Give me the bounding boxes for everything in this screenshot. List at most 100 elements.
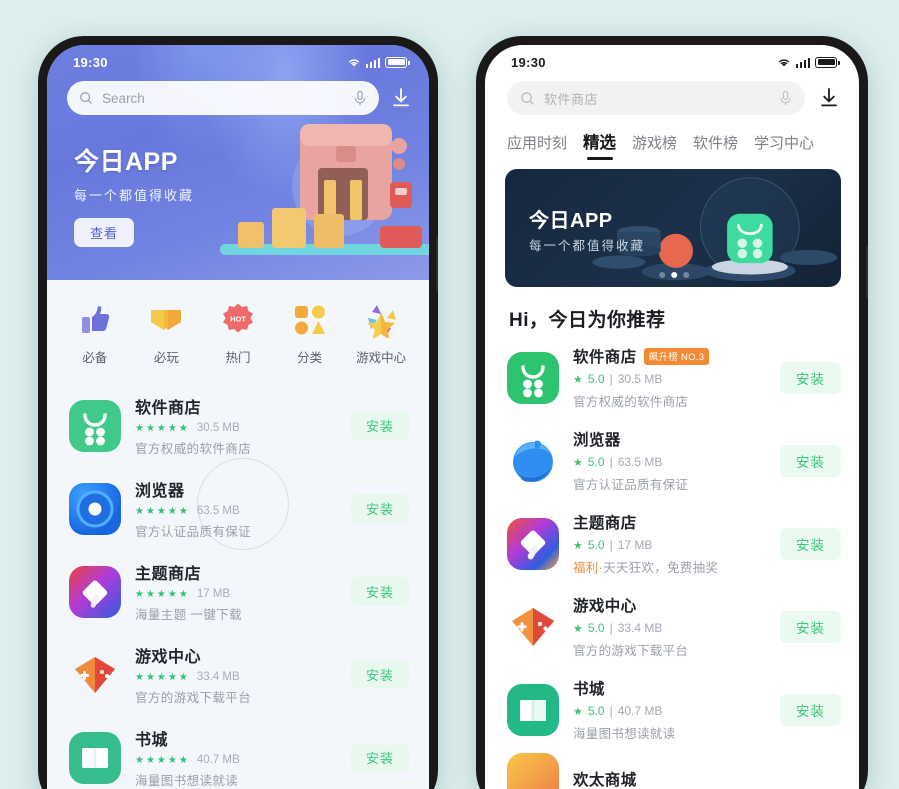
- meta-separator: |: [609, 621, 613, 635]
- meta-separator: |: [609, 538, 613, 552]
- tab-software-rank[interactable]: 软件榜: [693, 132, 738, 161]
- app-size: 33.4 MB: [196, 671, 240, 683]
- browser-icon: [69, 482, 121, 535]
- game-center-icon: [507, 601, 559, 653]
- table-row[interactable]: 软件商店 飙升榜 NO.3 ★ 5.0 | 30.5 MB 官方权威的软件商店 …: [485, 336, 859, 419]
- app-rating: 5.0: [587, 538, 605, 552]
- category-label: 必玩: [153, 351, 179, 365]
- table-row[interactable]: 书城 ★ 5.0 | 40.7 MB 海量图书想读就读 安装: [485, 668, 859, 751]
- star-icon: ★: [573, 373, 583, 386]
- category-item-4[interactable]: 游戏中心: [351, 300, 411, 366]
- app-info: 主题商店 ★★★★★ 17 MB 海量主题 一键下载: [135, 560, 337, 623]
- app-description: 官方的游戏下载平台: [573, 644, 689, 658]
- thumbs-up-icon: [65, 300, 125, 340]
- category-label: 必备: [82, 351, 108, 365]
- install-button[interactable]: 安装: [780, 610, 841, 643]
- category-item-3[interactable]: 分类: [280, 300, 340, 366]
- ribbon-icon: [136, 300, 196, 340]
- app-rating: 5.0: [587, 704, 605, 718]
- left-hero-copy: 今日APP 每一个都值得收藏 查看: [74, 148, 194, 247]
- app-info: 软件商店 飙升榜 NO.3 ★ 5.0 | 30.5 MB 官方权威的软件商店: [573, 345, 766, 410]
- search-placeholder: 软件商店: [544, 91, 599, 107]
- app-description: 官方权威的软件商店: [135, 442, 252, 456]
- left-hero-banner[interactable]: 19:30 Search 今日APP 每一个都值得收藏 查看: [47, 45, 429, 280]
- install-button[interactable]: 安装: [780, 527, 841, 560]
- app-name: 游戏中心: [573, 598, 637, 615]
- table-row[interactable]: 主题商店 ★★★★★ 17 MB 海量主题 一键下载 安装: [47, 550, 429, 633]
- app-size: 33.4 MB: [617, 621, 663, 635]
- app-name: 浏览器: [573, 432, 621, 449]
- hero-view-button[interactable]: 查看: [74, 217, 135, 247]
- install-button[interactable]: 安装: [350, 411, 409, 440]
- install-button[interactable]: 安装: [780, 444, 841, 477]
- signal-icon: [365, 57, 380, 68]
- tab-app-moments[interactable]: 应用时刻: [507, 132, 567, 161]
- install-button[interactable]: 安装: [350, 660, 409, 689]
- left-phone-power-button[interactable]: [436, 236, 438, 292]
- mall-icon: [507, 753, 559, 789]
- table-row[interactable]: 欢太商城: [485, 751, 859, 789]
- install-button[interactable]: 安装: [780, 361, 841, 394]
- app-rating: 5.0: [587, 621, 605, 635]
- install-button[interactable]: 安装: [350, 494, 409, 523]
- page-dot-0[interactable]: [659, 272, 666, 278]
- app-size: 40.7 MB: [196, 754, 240, 766]
- category-label: 游戏中心: [356, 351, 407, 365]
- app-info: 欢太商城: [573, 768, 841, 789]
- table-row[interactable]: 游戏中心 ★ 5.0 | 33.4 MB 官方的游戏下载平台 安装: [485, 585, 859, 668]
- app-name-row: 欢太商城: [573, 768, 841, 789]
- search-input[interactable]: 软件商店: [507, 81, 805, 115]
- table-row[interactable]: 主题商店 ★ 5.0 | 17 MB 福利·天天狂欢，免费抽奖 安装: [485, 502, 859, 585]
- category-label: 分类: [297, 351, 323, 365]
- right-search-row: 软件商店: [485, 75, 859, 115]
- table-row[interactable]: 浏览器 ★ 5.0 | 63.5 MB 官方认证品质有保证 安装: [485, 419, 859, 502]
- star-icon: ★: [573, 622, 583, 635]
- signal-icon: [795, 57, 810, 68]
- category-item-2[interactable]: HOT 热门: [208, 300, 268, 366]
- install-button[interactable]: 安装: [350, 577, 409, 606]
- category-item-0[interactable]: 必备: [65, 300, 125, 366]
- star-game-icon: [351, 300, 411, 340]
- left-phone-frame: 19:30 Search 今日APP 每一个都值得收藏 查看 必备 必玩 HOT…: [38, 36, 438, 789]
- tab-game-rank[interactable]: 游戏榜: [632, 132, 677, 161]
- app-description: 官方的游戏下载平台: [135, 691, 252, 705]
- install-button[interactable]: 安装: [780, 693, 841, 726]
- app-size: 30.5 MB: [617, 372, 663, 386]
- app-meta: ★ 5.0 | 30.5 MB: [573, 372, 766, 386]
- game-center-icon: [69, 649, 121, 701]
- featured-banner[interactable]: 今日APP 每一个都值得收藏: [505, 169, 841, 287]
- app-name: 软件商店: [573, 349, 637, 366]
- table-row[interactable]: 游戏中心 ★★★★★ 33.4 MB 官方的游戏下载平台 安装: [47, 633, 429, 716]
- page-dot-1[interactable]: [671, 272, 678, 278]
- rating-stars: ★★★★★: [135, 588, 190, 600]
- banner-page-dots[interactable]: [659, 272, 690, 278]
- table-row[interactable]: 书城 ★★★★★ 40.7 MB 海量图书想读就读 安装: [47, 716, 429, 789]
- app-info: 游戏中心 ★★★★★ 33.4 MB 官方的游戏下载平台: [135, 643, 337, 706]
- banner-title: 今日APP: [529, 210, 613, 232]
- app-size: 17 MB: [617, 538, 653, 552]
- app-description: 官方权威的软件商店: [573, 395, 689, 409]
- battery-icon: [385, 56, 410, 68]
- app-name-row: 软件商店 飙升榜 NO.3: [573, 345, 766, 367]
- tab-bar: 应用时刻 精选 游戏榜 软件榜 学习中心: [485, 115, 859, 161]
- tab-featured[interactable]: 精选: [583, 129, 616, 161]
- category-item-1[interactable]: 必玩: [136, 300, 196, 366]
- table-row[interactable]: 软件商店 ★★★★★ 30.5 MB 官方权威的软件商店 安装: [47, 384, 429, 467]
- meta-separator: |: [609, 704, 613, 718]
- star-icon: ★: [573, 705, 583, 718]
- app-description: 海量主题 一键下载: [135, 608, 243, 622]
- download-icon[interactable]: [817, 86, 841, 110]
- right-phone-power-button[interactable]: [866, 246, 868, 298]
- robot-illustration: [220, 124, 429, 255]
- rating-stars: ★★★★★: [135, 754, 190, 766]
- left-app-list: 软件商店 ★★★★★ 30.5 MB 官方权威的软件商店 安装 浏览器 ★★★★…: [47, 380, 429, 789]
- app-meta: ★★★★★ 33.4 MB: [135, 671, 337, 683]
- install-button[interactable]: 安装: [350, 743, 409, 772]
- right-phone-screen: 19:30 软件商店 应用时刻 精选 游戏榜 软件榜 学习中心 今日APP 每一…: [485, 45, 859, 789]
- rating-stars: ★★★★★: [135, 422, 190, 434]
- tab-study-center[interactable]: 学习中心: [754, 132, 814, 161]
- microphone-icon[interactable]: [779, 90, 792, 106]
- meta-separator: |: [609, 372, 613, 386]
- page-dot-2[interactable]: [683, 272, 690, 278]
- app-name: 软件商店: [135, 400, 202, 417]
